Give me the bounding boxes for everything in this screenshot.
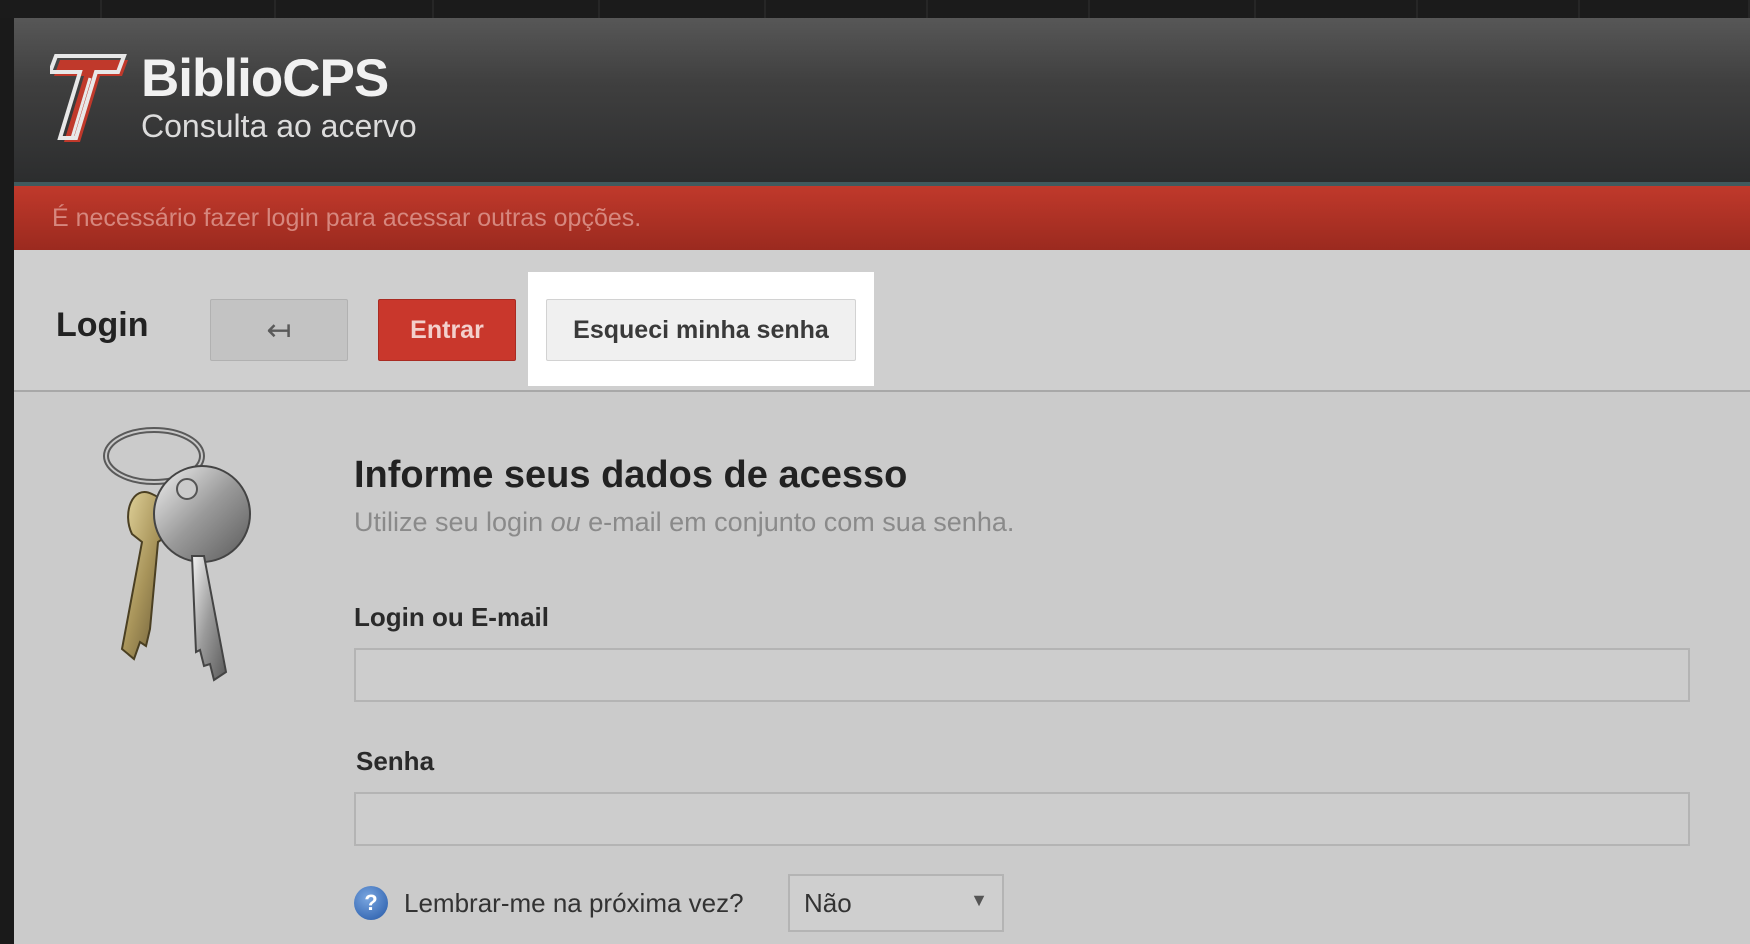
back-arrow-icon: ↤ <box>266 313 292 347</box>
bibliocps-logo-icon <box>50 54 128 142</box>
strip-cell <box>276 0 434 18</box>
remember-me-value: Não <box>804 888 852 918</box>
page-title: Login <box>56 306 149 344</box>
strip-cell <box>928 0 1090 18</box>
chevron-down-icon: ▼ <box>970 890 988 910</box>
help-icon[interactable]: ? <box>354 886 388 920</box>
strip-cell <box>766 0 928 18</box>
keys-icon <box>103 427 251 682</box>
login-label: Login ou E-mail <box>354 602 549 632</box>
strip-cell <box>1418 0 1580 18</box>
app-title: BiblioCPS <box>141 49 389 108</box>
remember-me-select[interactable]: Não ▼ <box>788 874 1004 932</box>
browser-window: BiblioCPS Consulta ao acervo É necessári… <box>14 18 1750 944</box>
desktop-left-edge <box>0 18 14 944</box>
form-subtitle: Utilize seu login ou e-mail em conjunto … <box>354 507 1014 538</box>
login-email-input[interactable] <box>354 648 1690 702</box>
app-header: BiblioCPS Consulta ao acervo <box>14 18 1750 186</box>
strip-cell <box>1256 0 1418 18</box>
form-subtitle-part: e-mail em conjunto com sua senha. <box>580 507 1015 537</box>
strip-cell <box>1580 0 1750 18</box>
password-input[interactable] <box>354 792 1690 846</box>
form-subtitle-part: Utilize seu login <box>354 507 551 537</box>
back-button[interactable]: ↤ <box>210 299 348 361</box>
alert-message: É necessário fazer login para acessar ou… <box>52 204 642 232</box>
enter-button[interactable]: Entrar <box>378 299 516 361</box>
desktop-top-strip <box>0 0 1750 18</box>
login-required-alert: É necessário fazer login para acessar ou… <box>14 186 1750 250</box>
strip-cell <box>1090 0 1256 18</box>
toolbar: Login ↤ Entrar Esqueci minha senha <box>14 250 1750 392</box>
strip-cell <box>0 0 102 18</box>
strip-cell <box>102 0 276 18</box>
form-subtitle-emphasis: ou <box>550 507 581 537</box>
form-heading: Informe seus dados de acesso <box>354 454 908 496</box>
login-form-area: Informe seus dados de acesso Utilize seu… <box>14 392 1750 944</box>
forgot-password-button[interactable]: Esqueci minha senha <box>546 299 856 361</box>
remember-me-row: ? Lembrar-me na próxima vez? Não ▼ <box>354 874 1054 932</box>
strip-cell <box>600 0 766 18</box>
strip-cell <box>434 0 600 18</box>
password-label: Senha <box>356 746 435 776</box>
remember-me-label: Lembrar-me na próxima vez? <box>404 888 744 918</box>
app-subtitle: Consulta ao acervo <box>141 108 417 144</box>
